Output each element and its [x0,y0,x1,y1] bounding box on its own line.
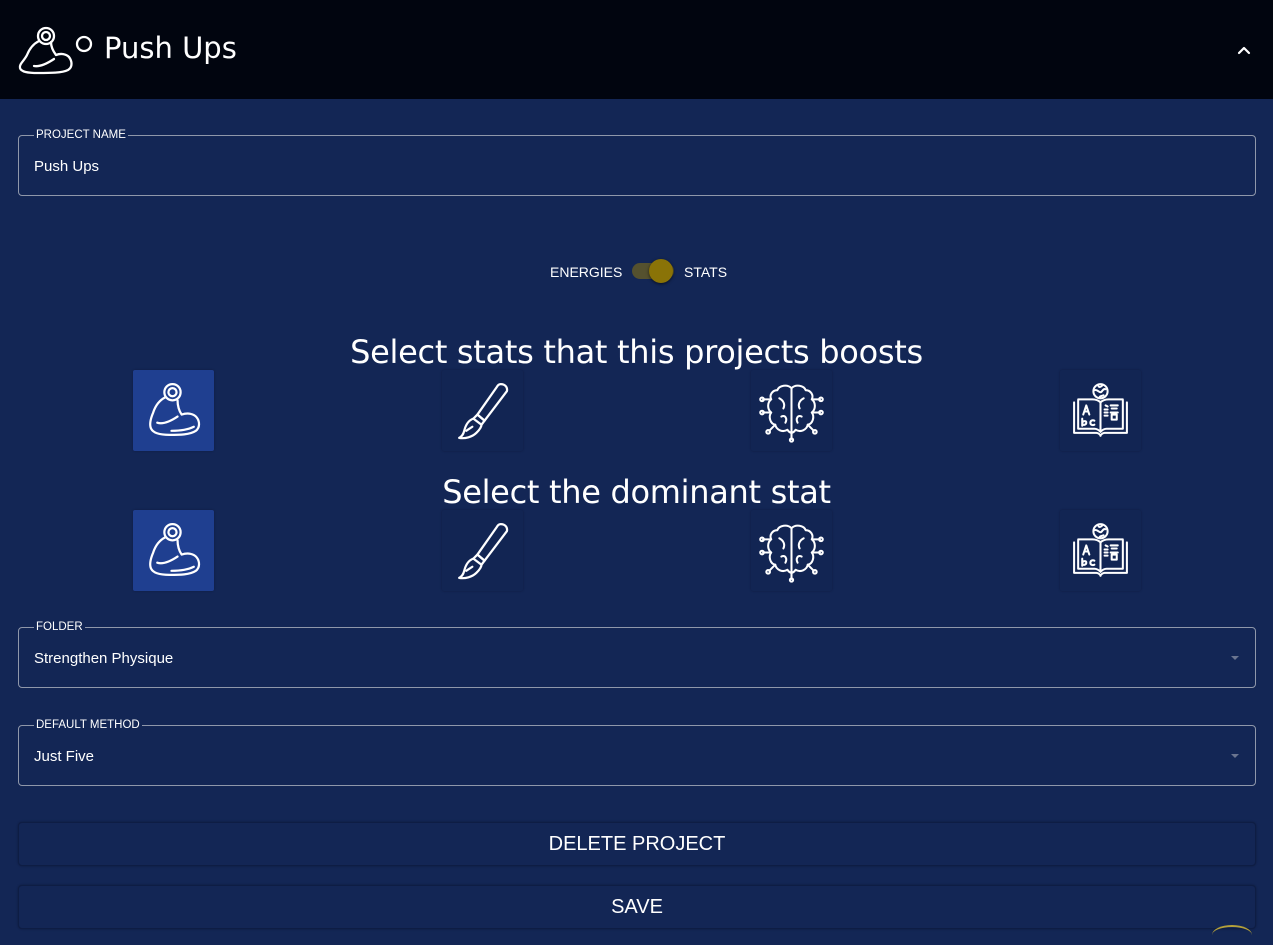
paintbrush-icon [450,378,515,443]
page-title: Push Ups [104,31,237,65]
app-header: Push Ups [0,0,1273,99]
dominant-stat-strength[interactable] [133,510,214,591]
floating-action-edge [1212,925,1252,945]
boost-stat-creativity[interactable] [442,370,523,451]
boost-stat-strength[interactable] [133,370,214,451]
chevron-up-icon[interactable] [1230,36,1258,64]
dominant-stat-creativity[interactable] [442,510,523,591]
project-name-field[interactable]: PROJECT NAME Push Ups [18,128,1256,196]
dropdown-arrow-icon[interactable] [1229,654,1241,662]
save-button[interactable]: SAVE [18,885,1256,929]
dominant-section-title: Select the dominant stat [442,473,831,511]
folder-value: Strengthen Physique [34,650,174,667]
language-book-icon [1068,518,1133,583]
flexed-bicep-icon [141,518,206,583]
toggle-label-energies: ENERGIES [550,264,623,280]
default-method-select[interactable]: DEFAULT METHOD Just Five [18,718,1256,786]
dominant-stat-language[interactable] [1060,510,1141,591]
project-name-label: PROJECT NAME [34,128,128,142]
toggle-label-stats: STATS [684,264,728,280]
toggle-thumb[interactable] [649,259,673,283]
flexed-bicep-icon [18,26,93,75]
project-name-value[interactable]: Push Ups [34,157,99,177]
flexed-bicep-icon [141,378,206,443]
boost-stat-intelligence[interactable] [751,370,832,451]
folder-select[interactable]: FOLDER Strengthen Physique [18,620,1256,688]
boost-section-title: Select stats that this projects boosts [350,333,923,371]
energies-stats-toggle-row: ENERGIES STATS [0,258,1273,288]
paintbrush-icon [450,518,515,583]
dropdown-arrow-icon[interactable] [1229,752,1241,760]
brain-circuit-icon [759,518,824,583]
language-book-icon [1068,378,1133,443]
brain-circuit-icon [759,378,824,443]
boost-stat-language[interactable] [1060,370,1141,451]
default-method-value: Just Five [34,748,95,765]
folder-label: FOLDER [34,620,85,634]
dominant-stat-intelligence[interactable] [751,510,832,591]
default-method-label: DEFAULT METHOD [34,718,142,732]
delete-project-button[interactable]: DELETE PROJECT [18,822,1256,866]
